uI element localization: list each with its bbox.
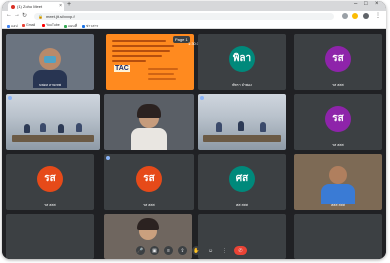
new-tab-button[interactable]: + [67,1,71,8]
participant-name: รส สสส [332,143,344,147]
reload-icon[interactable]: ↻ [22,12,27,19]
participant-tile[interactable]: รส รส สสส [294,94,382,150]
participant-name: นพดล ลายเทพ [38,83,62,87]
camera-icon[interactable]: ▣ [150,246,159,255]
captions-icon[interactable]: ≡ [164,246,173,255]
participant-body [131,128,167,150]
browser-window: (1) Zoho Meet × + – □ × ← → ↻ 🔒 meet.jit… [2,1,386,259]
slide-text-line [112,40,166,42]
participant-avatar: พิลา [229,45,255,72]
participant-avatar: รส [136,165,162,192]
participant-tile[interactable]: รส รส สสส [294,34,382,90]
meeting-controls: 🎤 ▣ ≡ ⇪ ✋ ☺ ⋮ ✆ [130,244,270,257]
maps-icon [64,24,67,28]
room-person [40,123,46,132]
pin-icon [106,156,110,160]
participant-name: พัชรา ลำพอง [232,83,252,87]
bookmark-gmail[interactable]: Gmail [22,23,35,27]
participant-name: ศส สสส [236,203,248,207]
participant-tile[interactable] [294,214,382,259]
extension-icon[interactable] [342,13,348,19]
participant-hair [137,218,159,230]
room-person [260,122,266,132]
menu-dots-icon[interactable]: ⋮ [375,12,381,19]
tab-meet[interactable]: (1) Zoho Meet × [8,2,64,11]
room-person [58,124,64,133]
face-mask [44,56,56,63]
pin-icon [8,96,12,100]
participant-name: รส สสส [332,83,344,87]
room-desk [203,135,281,142]
news-icon [82,24,85,28]
slide-text-line [148,78,176,80]
room-person [76,123,82,132]
participant-tile[interactable]: สสส สสส [294,154,382,210]
participant-avatar: ศส [229,165,255,192]
participant-tile[interactable] [104,94,194,150]
participant-name: รส สสส [44,203,56,207]
slide-text-line [112,60,146,62]
tab-title: (1) Zoho Meet [17,4,43,9]
participant-tile[interactable]: ศส ศส สสส [198,154,286,210]
participant-tile[interactable] [6,214,94,259]
profile-avatar[interactable] [363,13,369,19]
slide-text-line [148,73,174,75]
room-person [238,121,244,131]
mic-icon[interactable]: 🎤 [136,246,145,255]
tab-strip: (1) Zoho Meet × + – □ × [2,1,386,11]
star-icon[interactable] [352,13,358,19]
participant-tile[interactable]: รส รส สสส [6,154,94,210]
emoji-icon[interactable]: ☺ [206,246,215,255]
bookmark-youtube[interactable]: YouTube [42,23,60,27]
participant-avatar: รส [325,105,351,132]
address-bar[interactable]: 🔒 meet.jit.si/xxxp-f [34,13,334,20]
more-icon[interactable]: ⋮ [220,246,229,255]
participant-tile[interactable]: รส รส สสส [104,154,194,210]
participant-name: รส สสส [143,203,155,207]
youtube-icon [42,23,45,27]
participant-face [329,166,347,184]
minimize-button[interactable]: – [354,1,357,7]
maximize-button[interactable]: □ [364,1,368,7]
address-url: meet.jit.si/xxxp-f [45,14,75,19]
back-icon[interactable]: ← [6,12,12,18]
gmail-icon [22,23,25,27]
participant-hair [137,104,161,118]
participant-name: สสส สสส [331,203,345,207]
browser-toolbar: ← → ↻ 🔒 meet.jit.si/xxxp-f ⋮ [2,11,386,22]
pin-icon [200,96,204,100]
lock-icon: 🔒 [38,14,43,19]
apps-icon [7,24,10,28]
participant-avatar: รส [37,165,63,192]
presentation-tile[interactable]: TAC Page 1 [106,34,194,90]
slide-logo: TAC [114,65,130,72]
participant-avatar: รส [325,45,351,72]
hand-icon[interactable]: ✋ [192,246,201,255]
forward-icon[interactable]: → [14,12,20,18]
room-person [24,124,30,133]
bookmarks-bar: แอป Gmail YouTube แผนที่ ข่าวสาร [2,22,386,29]
participant-tile[interactable] [198,94,286,150]
close-window-button[interactable]: × [375,1,379,7]
room-desk [11,135,95,142]
participant-tile[interactable]: นพดล ลายเทพ [6,34,94,90]
close-tab-icon[interactable]: × [59,3,62,9]
favicon-icon [11,4,15,9]
room-person [216,122,222,132]
participant-tile[interactable] [6,94,100,150]
participant-tile[interactable]: พิลา พัชรา ลำพอง [198,34,286,90]
slide-text-line [148,68,178,70]
slide-text-line [112,45,174,47]
meeting-grid: นพดล ลายเทพ TAC Page 1 1:30:18 A พิลา พั… [2,29,386,259]
end-call-icon[interactable]: ✆ [234,246,247,255]
slide-text-line [112,55,162,57]
slide-text-line [112,50,170,52]
participant-body [321,184,355,204]
present-icon[interactable]: ⇪ [178,246,187,255]
